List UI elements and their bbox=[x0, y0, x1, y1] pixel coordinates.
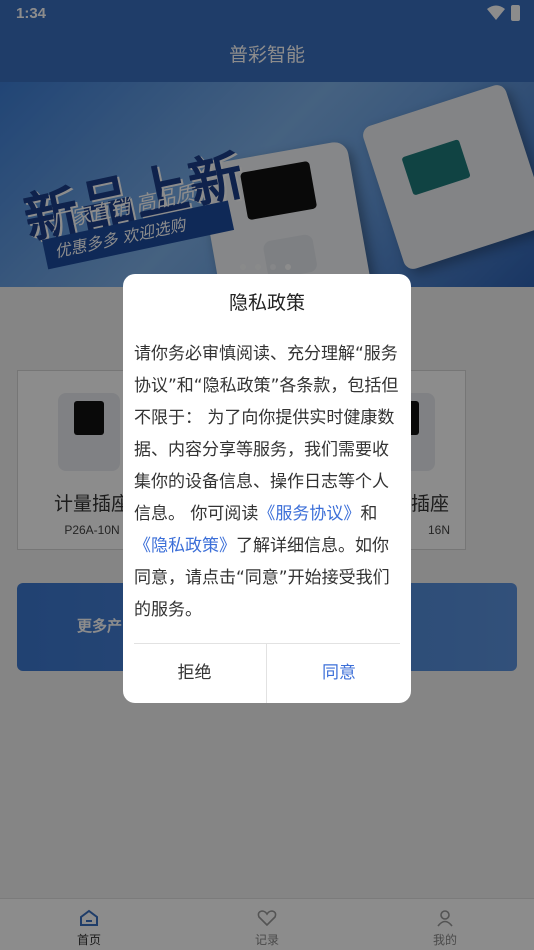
privacy-policy-link[interactable]: 《隐私政策》 bbox=[134, 536, 236, 556]
dialog-text-part1: 请你务必审慎阅读、充分理解“服务协议”和“隐私政策”各条款，包括但不限于： 为了… bbox=[134, 344, 399, 524]
agree-button[interactable]: 同意 bbox=[267, 644, 411, 703]
reject-button[interactable]: 拒绝 bbox=[123, 644, 266, 703]
dialog-body: 请你务必审慎阅读、充分理解“服务协议”和“隐私政策”各条款，包括但不限于： 为了… bbox=[134, 338, 400, 626]
dialog-text-and: 和 bbox=[360, 504, 378, 524]
service-agreement-link[interactable]: 《服务协议》 bbox=[258, 504, 360, 524]
privacy-policy-dialog: 隐私政策 请你务必审慎阅读、充分理解“服务协议”和“隐私政策”各条款，包括但不限… bbox=[123, 274, 411, 703]
dialog-title: 隐私政策 bbox=[228, 292, 305, 314]
